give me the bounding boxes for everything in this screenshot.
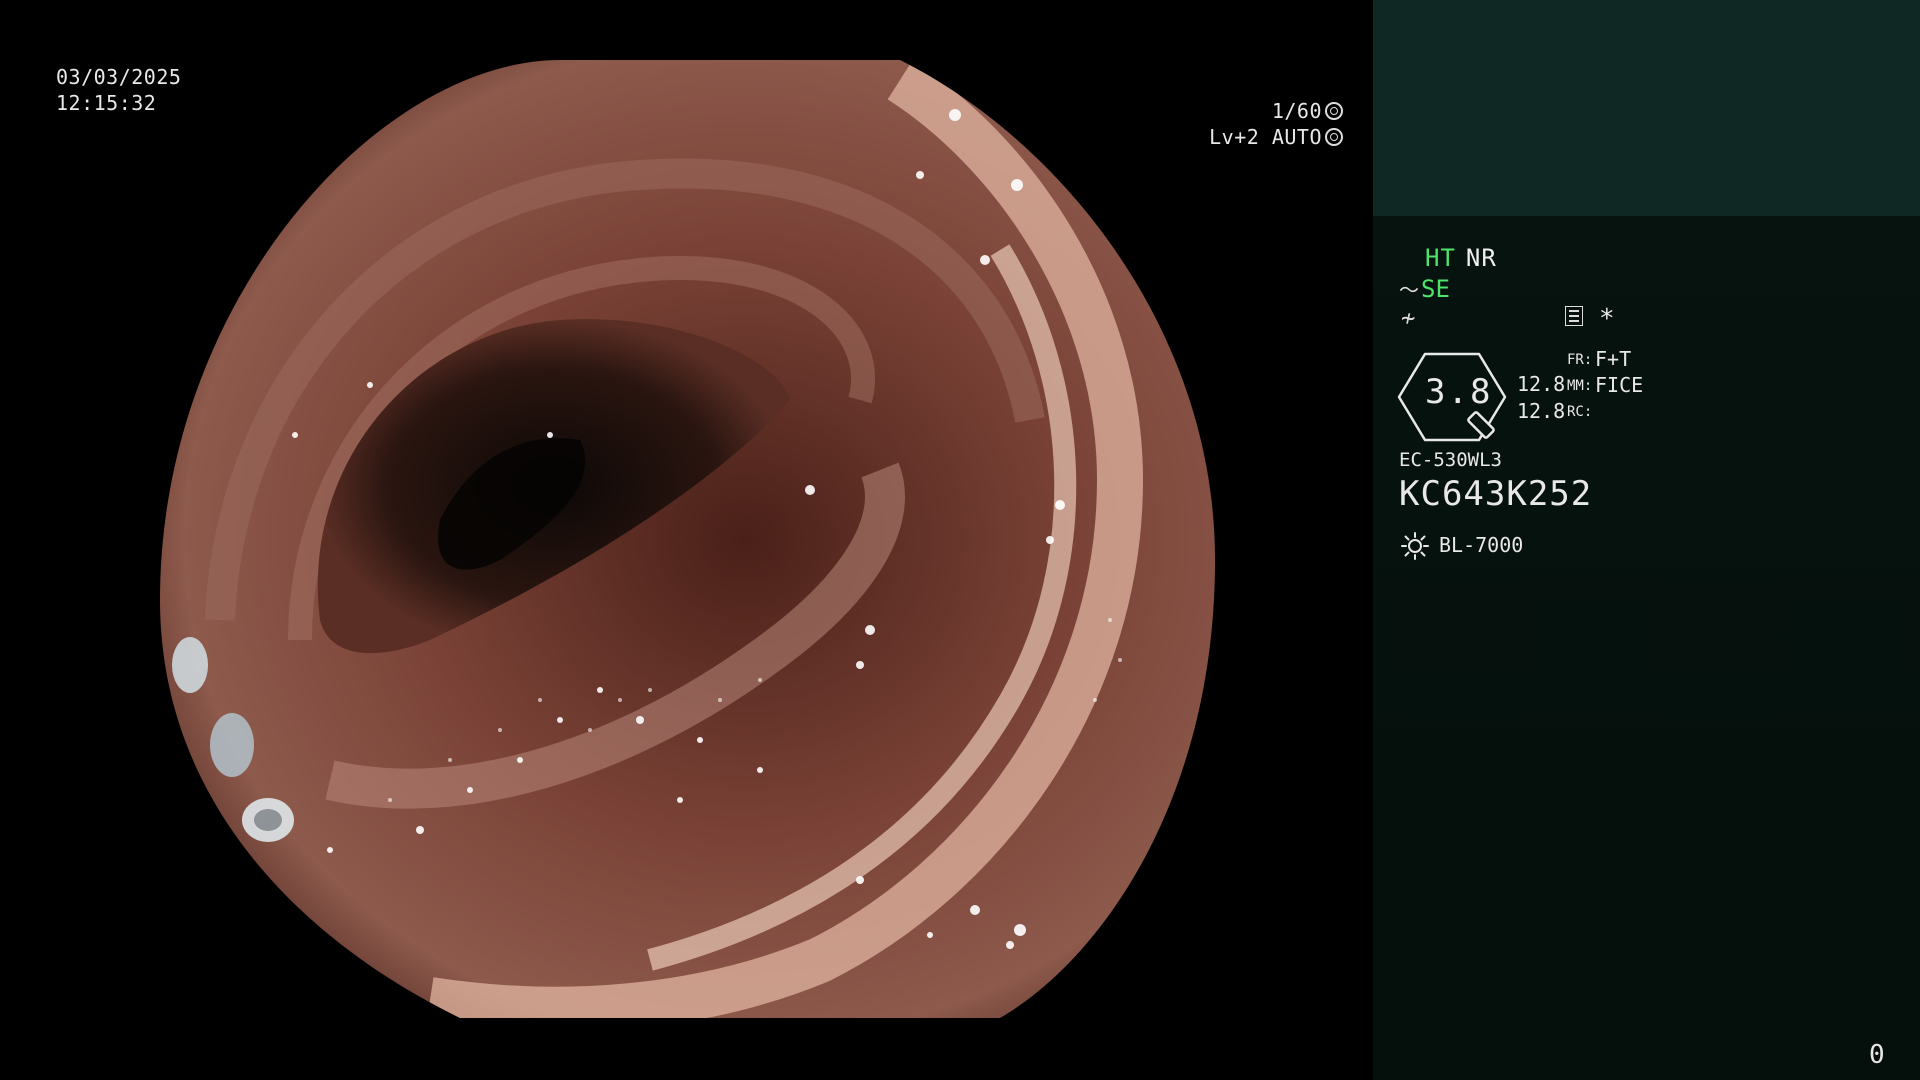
mode-ht: HT (1425, 244, 1456, 272)
mm-label: MM: (1567, 378, 1593, 394)
shutter-row: 1/60 (1209, 98, 1343, 124)
shutter-speed: 1/60 (1271, 99, 1322, 123)
frame-counter: 0 (1869, 1040, 1885, 1070)
timestamp: 03/03/2025 12:15:32 (56, 64, 181, 116)
iris-icon (1325, 128, 1343, 146)
shutter-icon (1325, 102, 1343, 120)
wave-icon: 〜 (1399, 278, 1419, 302)
mode-nr: NR (1465, 244, 1497, 272)
endoscope-view: 03/03/2025 12:15:32 1/60 Lv+2 AUTO (0, 0, 1373, 1080)
structure-enhancement: 〜SE (1399, 274, 1450, 303)
light-source: BL-7000 (1439, 533, 1524, 557)
time-text: 12:15:32 (56, 91, 157, 115)
exposure-info: 1/60 Lv+2 AUTO (1209, 98, 1343, 150)
scope-model: EC-530WL3 (1399, 449, 1502, 471)
star-indicator: * (1599, 304, 1615, 334)
value-1: 12.8 (1517, 372, 1566, 396)
ne-icon: ≁ (1401, 304, 1416, 332)
info-panel: HT NR 〜SE ≁ * 3.8 12.8 12.8 FR: F+T MM: F… (1373, 0, 1920, 1080)
sun-icon (1401, 532, 1429, 560)
fr-value: F+T (1595, 347, 1632, 371)
enhancement-modes: HT NR (1425, 244, 1497, 272)
iris-setting: Lv+2 AUTO (1209, 125, 1322, 149)
mm-value: FICE (1595, 373, 1644, 397)
endoscopic-image (160, 60, 1215, 1018)
value-2: 12.8 (1517, 399, 1566, 423)
fr-label: FR: (1567, 352, 1593, 368)
mode-se: SE (1421, 275, 1450, 303)
date-text: 03/03/2025 (56, 65, 182, 89)
dial-value: 3.8 (1425, 372, 1493, 412)
rc-label: RC: (1567, 404, 1593, 420)
panel-header (1373, 0, 1920, 216)
scope-serial: KC643K252 (1399, 474, 1593, 514)
iris-row: Lv+2 AUTO (1209, 124, 1343, 150)
menu-icon (1565, 306, 1583, 326)
